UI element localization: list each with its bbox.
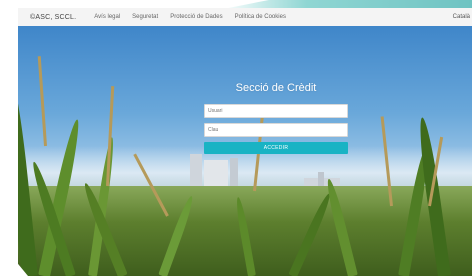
corn-tassel	[37, 56, 47, 147]
login-submit-button[interactable]: ACCEDIR	[204, 142, 348, 154]
login-title: Secció de Crèdit	[235, 82, 317, 94]
brand-copyright: ©ASC, SCCL.	[30, 13, 77, 21]
language-selector[interactable]: Català	[453, 14, 470, 20]
nav-link-cookies[interactable]: Política de Cookies	[235, 14, 286, 20]
page-corner-fold	[0, 242, 28, 276]
hero-background-image: Secció de Crèdit ACCEDIR	[18, 26, 472, 276]
username-input[interactable]	[204, 104, 348, 118]
login-form: Secció de Crèdit ACCEDIR	[204, 82, 348, 154]
top-nav-bar: ©ASC, SCCL. Avís legal Seguretat Protecc…	[18, 8, 472, 27]
nav-link-legal[interactable]: Avís legal	[94, 14, 120, 20]
password-input[interactable]	[204, 123, 348, 137]
nav-link-data-protection[interactable]: Protecció de Dades	[170, 14, 222, 20]
nav-link-security[interactable]: Seguretat	[132, 14, 158, 20]
